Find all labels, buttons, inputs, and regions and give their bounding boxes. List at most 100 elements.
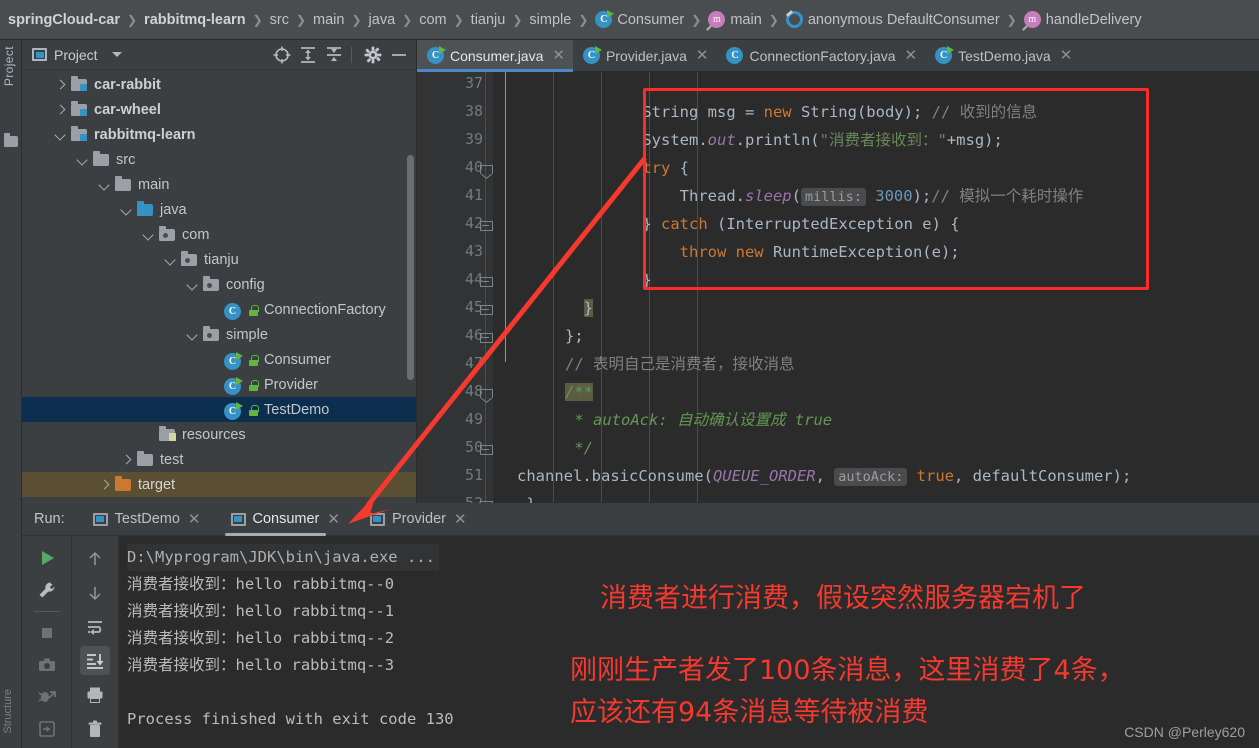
tree-item-test[interactable]: test [22, 447, 416, 472]
code-line-42[interactable]: } catch (InterruptedException e) { [605, 214, 959, 242]
tree-item-simple[interactable]: simple [22, 322, 416, 347]
chevron-down-icon[interactable] [186, 328, 200, 342]
chevron-down-icon[interactable] [186, 278, 200, 292]
code-line-51[interactable]: channel.basicConsume(QUEUE_ORDER, autoAc… [517, 466, 1131, 494]
code-line-39[interactable]: System.out.println("消费者接收到："+msg); [605, 130, 1003, 158]
editor-tab-consumer-java[interactable]: C Consumer.java ✕ [417, 40, 573, 72]
code-line-43[interactable]: throw new RuntimeException(e); [605, 242, 960, 270]
breadcrumb-item-consumer[interactable]: C Consumer [595, 0, 684, 39]
code-line-44[interactable]: } [605, 270, 651, 298]
tree-item-connectionfactory[interactable]: C ConnectionFactory [22, 297, 416, 322]
settings-gear-icon[interactable] [362, 44, 384, 66]
tree-item-config[interactable]: config [22, 272, 416, 297]
fold-toggle-icon[interactable] [479, 444, 493, 457]
breadcrumb[interactable]: springCloud-car ❯ rabbitmq-learn ❯ src ❯ main ❯… [0, 0, 1259, 40]
breadcrumb-item-springcloud-car[interactable]: springCloud-car [8, 0, 120, 39]
close-icon[interactable]: ✕ [327, 512, 340, 527]
code-line-38[interactable]: String msg = new String(body); // 收到的信息 [605, 102, 1037, 130]
code-line-49[interactable]: * autoAck: 自动确认设置成 true [565, 410, 832, 438]
tree-item-target[interactable]: target [22, 472, 416, 497]
project-tree[interactable]: car-rabbit car-wheel rabbitmq-learn src main… [22, 70, 416, 497]
code-line-50[interactable]: */ [565, 438, 593, 466]
run-tab-consumer[interactable]: Consumer ✕ [224, 503, 344, 536]
chevron-down-icon[interactable] [120, 203, 134, 217]
rerun-icon[interactable] [32, 544, 62, 571]
breadcrumb-item-tianju[interactable]: tianju [471, 0, 506, 39]
code-line-52[interactable]: } [489, 494, 535, 503]
print-icon[interactable] [80, 680, 110, 709]
editor-gutter[interactable]: 37 38 39 40 41 42 43 44 45 46 47 48 49 50 51 52 [417, 72, 493, 503]
fold-toggle-icon[interactable] [479, 332, 493, 345]
editor-tab-provider-java[interactable]: C Provider.java ✕ [573, 40, 717, 71]
hide-icon[interactable] [388, 44, 410, 66]
chevron-down-icon[interactable] [76, 153, 90, 167]
tree-item-testdemo[interactable]: C TestDemo [22, 397, 416, 422]
breadcrumb-item-main[interactable]: main [313, 0, 344, 39]
tree-item-car-wheel[interactable]: car-wheel [22, 97, 416, 122]
fold-toggle-icon[interactable] [479, 164, 493, 177]
debug-icon[interactable] [32, 684, 62, 711]
camera-icon[interactable] [32, 651, 62, 678]
editor-scrollbar[interactable] [1247, 72, 1259, 503]
collapse-all-icon[interactable] [323, 44, 345, 66]
code-line-41[interactable]: Thread.sleep(millis: 3000);// 模拟一个耗时操作 [605, 186, 1083, 214]
run-toolbar-primary[interactable] [22, 536, 72, 748]
breadcrumb-item-com[interactable]: com [419, 0, 446, 39]
close-icon[interactable]: ✕ [552, 48, 565, 63]
tool-window-button-structure[interactable]: Structure [2, 689, 14, 734]
chevron-right-icon[interactable] [98, 478, 112, 492]
run-tab-testdemo[interactable]: TestDemo ✕ [89, 503, 205, 536]
editor-tabs[interactable]: C Consumer.java ✕ C Provider.java ✕ C Connectio… [417, 40, 1259, 72]
run-tabs-bar[interactable]: Run: TestDemo ✕ Consumer ✕ Provider ✕ [22, 503, 1259, 536]
tree-item-src[interactable]: src [22, 147, 416, 172]
close-icon[interactable]: ✕ [1060, 48, 1073, 63]
breadcrumb-item-handledelivery[interactable]: m handleDelivery [1023, 0, 1142, 39]
chevron-right-icon[interactable] [120, 453, 134, 467]
tree-item-car-rabbit[interactable]: car-rabbit [22, 72, 416, 97]
fold-toggle-icon[interactable] [479, 304, 493, 317]
close-icon[interactable]: ✕ [696, 48, 709, 63]
fold-toggle-icon[interactable] [479, 276, 493, 289]
locate-icon[interactable] [271, 44, 293, 66]
code-line-48[interactable]: /** [565, 382, 593, 410]
chevron-down-icon[interactable] [98, 178, 112, 192]
expand-all-icon[interactable] [297, 44, 319, 66]
breadcrumb-item-rabbitmq-learn[interactable]: rabbitmq-learn [144, 0, 246, 39]
breadcrumb-item-src[interactable]: src [270, 0, 289, 39]
trash-icon[interactable] [80, 714, 110, 743]
run-toolbar-secondary[interactable] [72, 536, 119, 748]
chevron-right-icon[interactable] [54, 78, 68, 92]
breadcrumb-item-main[interactable]: m main [708, 0, 762, 39]
chevron-down-icon[interactable] [142, 228, 156, 242]
tree-item-java[interactable]: java [22, 197, 416, 222]
code-viewport[interactable]: 37 38 39 40 41 42 43 44 45 46 47 48 49 50 51 52 String … [417, 72, 1259, 503]
close-icon[interactable]: ✕ [188, 512, 201, 527]
editor-tab-connectionfactory-java[interactable]: C ConnectionFactory.java ✕ [716, 40, 925, 71]
breadcrumb-item-anonymous-defaultconsumer[interactable]: anonymous DefaultConsumer [785, 0, 1000, 39]
close-icon[interactable]: ✕ [454, 512, 467, 527]
arrow-up-icon[interactable] [80, 544, 110, 573]
code-line-46[interactable]: }; [565, 326, 584, 354]
close-icon[interactable]: ✕ [905, 48, 918, 63]
scroll-to-end-icon[interactable] [80, 646, 110, 675]
tree-item-provider[interactable]: C Provider [22, 372, 416, 397]
tree-item-rabbitmq-learn[interactable]: rabbitmq-learn [22, 122, 416, 147]
code-line-47[interactable]: // 表明自己是消费者，接收消息 [565, 354, 795, 382]
run-tab-provider[interactable]: Provider ✕ [366, 503, 471, 536]
tree-item-resources[interactable]: resources [22, 422, 416, 447]
code-line-45[interactable]: } [565, 298, 594, 326]
breadcrumb-item-simple[interactable]: simple [529, 0, 571, 39]
chevron-down-icon[interactable] [164, 253, 178, 267]
chevron-down-icon[interactable] [111, 52, 122, 57]
code-line-40[interactable]: try { [605, 158, 689, 186]
fold-toggle-icon[interactable] [479, 388, 493, 401]
arrow-down-icon[interactable] [80, 578, 110, 607]
code-content[interactable]: String msg = new String(body); // 收到的信息 … [493, 72, 1259, 503]
tree-item-main[interactable]: main [22, 172, 416, 197]
breadcrumb-item-java[interactable]: java [369, 0, 396, 39]
fold-toggle-icon[interactable] [479, 220, 493, 233]
stop-icon[interactable] [32, 619, 62, 646]
chevron-right-icon[interactable] [54, 103, 68, 117]
editor-tab-testdemo-java[interactable]: C TestDemo.java ✕ [925, 40, 1080, 71]
project-tree-scrollbar[interactable] [407, 155, 414, 380]
